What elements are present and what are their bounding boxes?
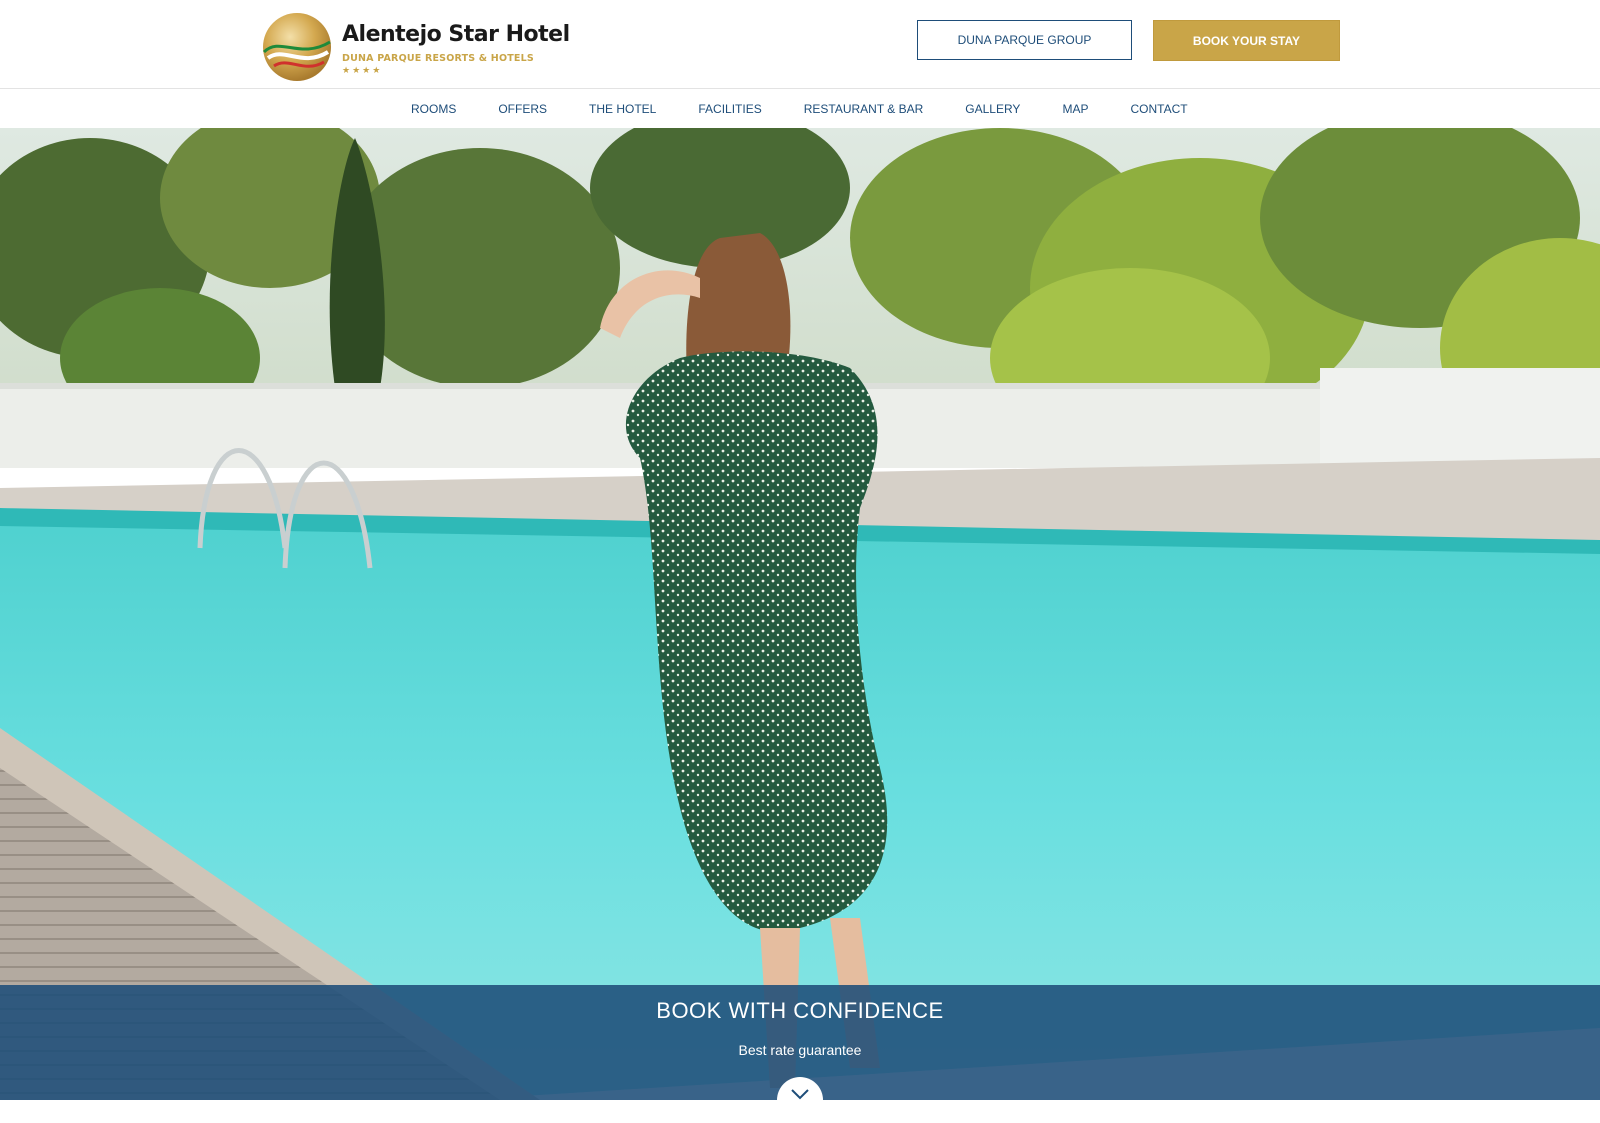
logo-title: Alentejo Star Hotel	[342, 22, 570, 47]
duna-parque-group-button[interactable]: DUNA PARQUE GROUP	[917, 20, 1132, 60]
logo-mark-icon	[262, 13, 331, 81]
hero-image	[0, 128, 1600, 1100]
nav-item-the-hotel[interactable]: THE HOTEL	[589, 102, 656, 116]
pool-scene-illustration	[0, 128, 1600, 1100]
chevron-down-icon	[791, 1089, 809, 1100]
nav-item-facilities[interactable]: FACILITIES	[698, 102, 761, 116]
nav-item-restaurant-bar[interactable]: RESTAURANT & BAR	[804, 102, 924, 116]
banner-subtitle: Best rate guarantee	[738, 1042, 862, 1058]
site-header: Alentejo Star Hotel DUNA PARQUE RESORTS …	[0, 0, 1600, 89]
nav-item-map[interactable]: MAP	[1062, 102, 1088, 116]
banner-title: BOOK WITH CONFIDENCE	[656, 998, 944, 1023]
nav-item-gallery[interactable]: GALLERY	[965, 102, 1020, 116]
nav-item-rooms[interactable]: ROOMS	[411, 102, 456, 116]
book-your-stay-button[interactable]: BOOK YOUR STAY	[1153, 20, 1340, 61]
book-confidence-banner: BOOK WITH CONFIDENCE Best rate guarantee	[0, 985, 1600, 1123]
logo-subtitle: DUNA PARQUE RESORTS & HOTELS	[342, 53, 534, 64]
hotel-logo[interactable]: Alentejo Star Hotel DUNA PARQUE RESORTS …	[262, 12, 570, 82]
main-nav: ROOMS OFFERS THE HOTEL FACILITIES RESTAU…	[0, 89, 1600, 128]
logo-stars: ★★★★	[342, 65, 383, 75]
nav-item-offers[interactable]: OFFERS	[498, 102, 547, 116]
scroll-down-button[interactable]	[777, 1077, 823, 1123]
nav-item-contact[interactable]: CONTACT	[1130, 102, 1187, 116]
